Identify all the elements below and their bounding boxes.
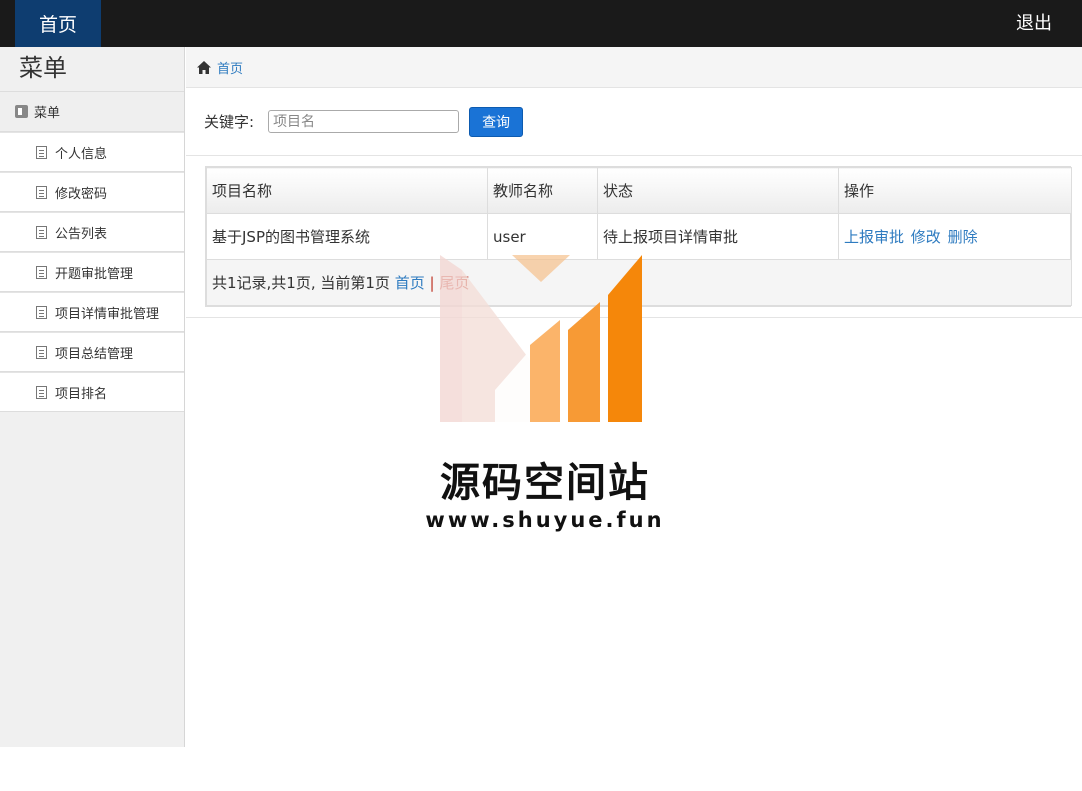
sidebar-menu-group[interactable]: 菜单: [0, 92, 184, 132]
content-divider: [186, 317, 1082, 318]
document-icon: [36, 385, 47, 399]
sidebar-item-label: 项目总结管理: [55, 346, 134, 362]
nav-home-tab[interactable]: 首页: [15, 0, 101, 47]
pagination-cell: 共1记录,共1页, 当前第1页 首页 | 尾页: [206, 259, 1072, 306]
search-bar: 关键字: 查询: [186, 88, 1082, 156]
column-header: 项目名称: [206, 167, 488, 214]
top-navbar: 首页 退出: [0, 0, 1082, 47]
sidebar-item-detail-approval[interactable]: 项目详情审批管理: [0, 292, 184, 332]
document-icon: [36, 225, 47, 239]
sidebar-title: 菜单: [0, 47, 184, 92]
pagination-summary: 共1记录,共1页, 当前第1页: [212, 274, 390, 292]
delete-link[interactable]: 删除: [948, 228, 978, 246]
breadcrumb: 首页: [186, 47, 1082, 88]
edit-link[interactable]: 修改: [911, 228, 941, 246]
first-page-link[interactable]: 首页: [395, 274, 425, 292]
document-icon: [36, 305, 47, 319]
menu-group-icon: [15, 105, 28, 118]
sidebar-item-change-password[interactable]: 修改密码: [0, 172, 184, 212]
project-name-cell: 基于JSP的图书管理系统: [206, 213, 488, 260]
column-header: 操作: [838, 167, 1072, 214]
teacher-name-cell: user: [487, 213, 598, 260]
sidebar-item-label: 修改密码: [55, 186, 108, 202]
keyword-input[interactable]: [268, 110, 460, 133]
document-icon: [36, 185, 47, 199]
sidebar-item-label: 个人信息: [55, 146, 108, 162]
submit-approval-link[interactable]: 上报审批: [844, 228, 904, 246]
keyword-label: 关键字:: [204, 113, 255, 131]
table-row: 基于JSP的图书管理系统 user 待上报项目详情审批 上报审批 修改 删除: [206, 213, 1072, 260]
sidebar-item-label: 公告列表: [55, 226, 108, 242]
main-content: 首页 关键字: 查询 项目名称 教师名称 状态 操作 基于JSP的图书管理系统 …: [186, 47, 1082, 747]
document-icon: [36, 265, 47, 279]
table-header-row: 项目名称 教师名称 状态 操作: [206, 167, 1072, 214]
status-cell: 待上报项目详情审批: [597, 213, 839, 260]
sidebar-item-summary[interactable]: 项目总结管理: [0, 332, 184, 372]
column-header: 教师名称: [487, 167, 598, 214]
sidebar-item-label: 开题审批管理: [55, 266, 134, 282]
last-page-link[interactable]: 尾页: [439, 274, 469, 292]
document-icon: [36, 145, 47, 159]
pagination-row: 共1记录,共1页, 当前第1页 首页 | 尾页: [206, 259, 1072, 306]
sidebar-item-label: 项目详情审批管理: [55, 306, 160, 322]
actions-cell: 上报审批 修改 删除: [838, 213, 1072, 260]
sidebar-item-proposal-approval[interactable]: 开题审批管理: [0, 252, 184, 292]
sidebar-group-label: 菜单: [34, 106, 61, 121]
breadcrumb-home-link[interactable]: 首页: [217, 58, 243, 77]
sidebar-item-profile[interactable]: 个人信息: [0, 132, 184, 172]
column-header: 状态: [597, 167, 839, 214]
pagination-separator: |: [429, 274, 435, 292]
logout-button[interactable]: 退出: [1016, 0, 1052, 47]
search-button[interactable]: 查询: [469, 106, 524, 137]
project-table: 项目名称 教师名称 状态 操作 基于JSP的图书管理系统 user 待上报项目详…: [205, 166, 1072, 307]
sidebar-item-announcements[interactable]: 公告列表: [0, 212, 184, 252]
sidebar: 菜单 菜单 个人信息 修改密码 公告列表 开题审批管理 项目详情审批管理 项目总…: [0, 47, 185, 747]
document-icon: [36, 345, 47, 359]
home-icon: [197, 60, 211, 74]
sidebar-item-label: 项目排名: [55, 386, 108, 402]
sidebar-item-ranking[interactable]: 项目排名: [0, 372, 184, 412]
